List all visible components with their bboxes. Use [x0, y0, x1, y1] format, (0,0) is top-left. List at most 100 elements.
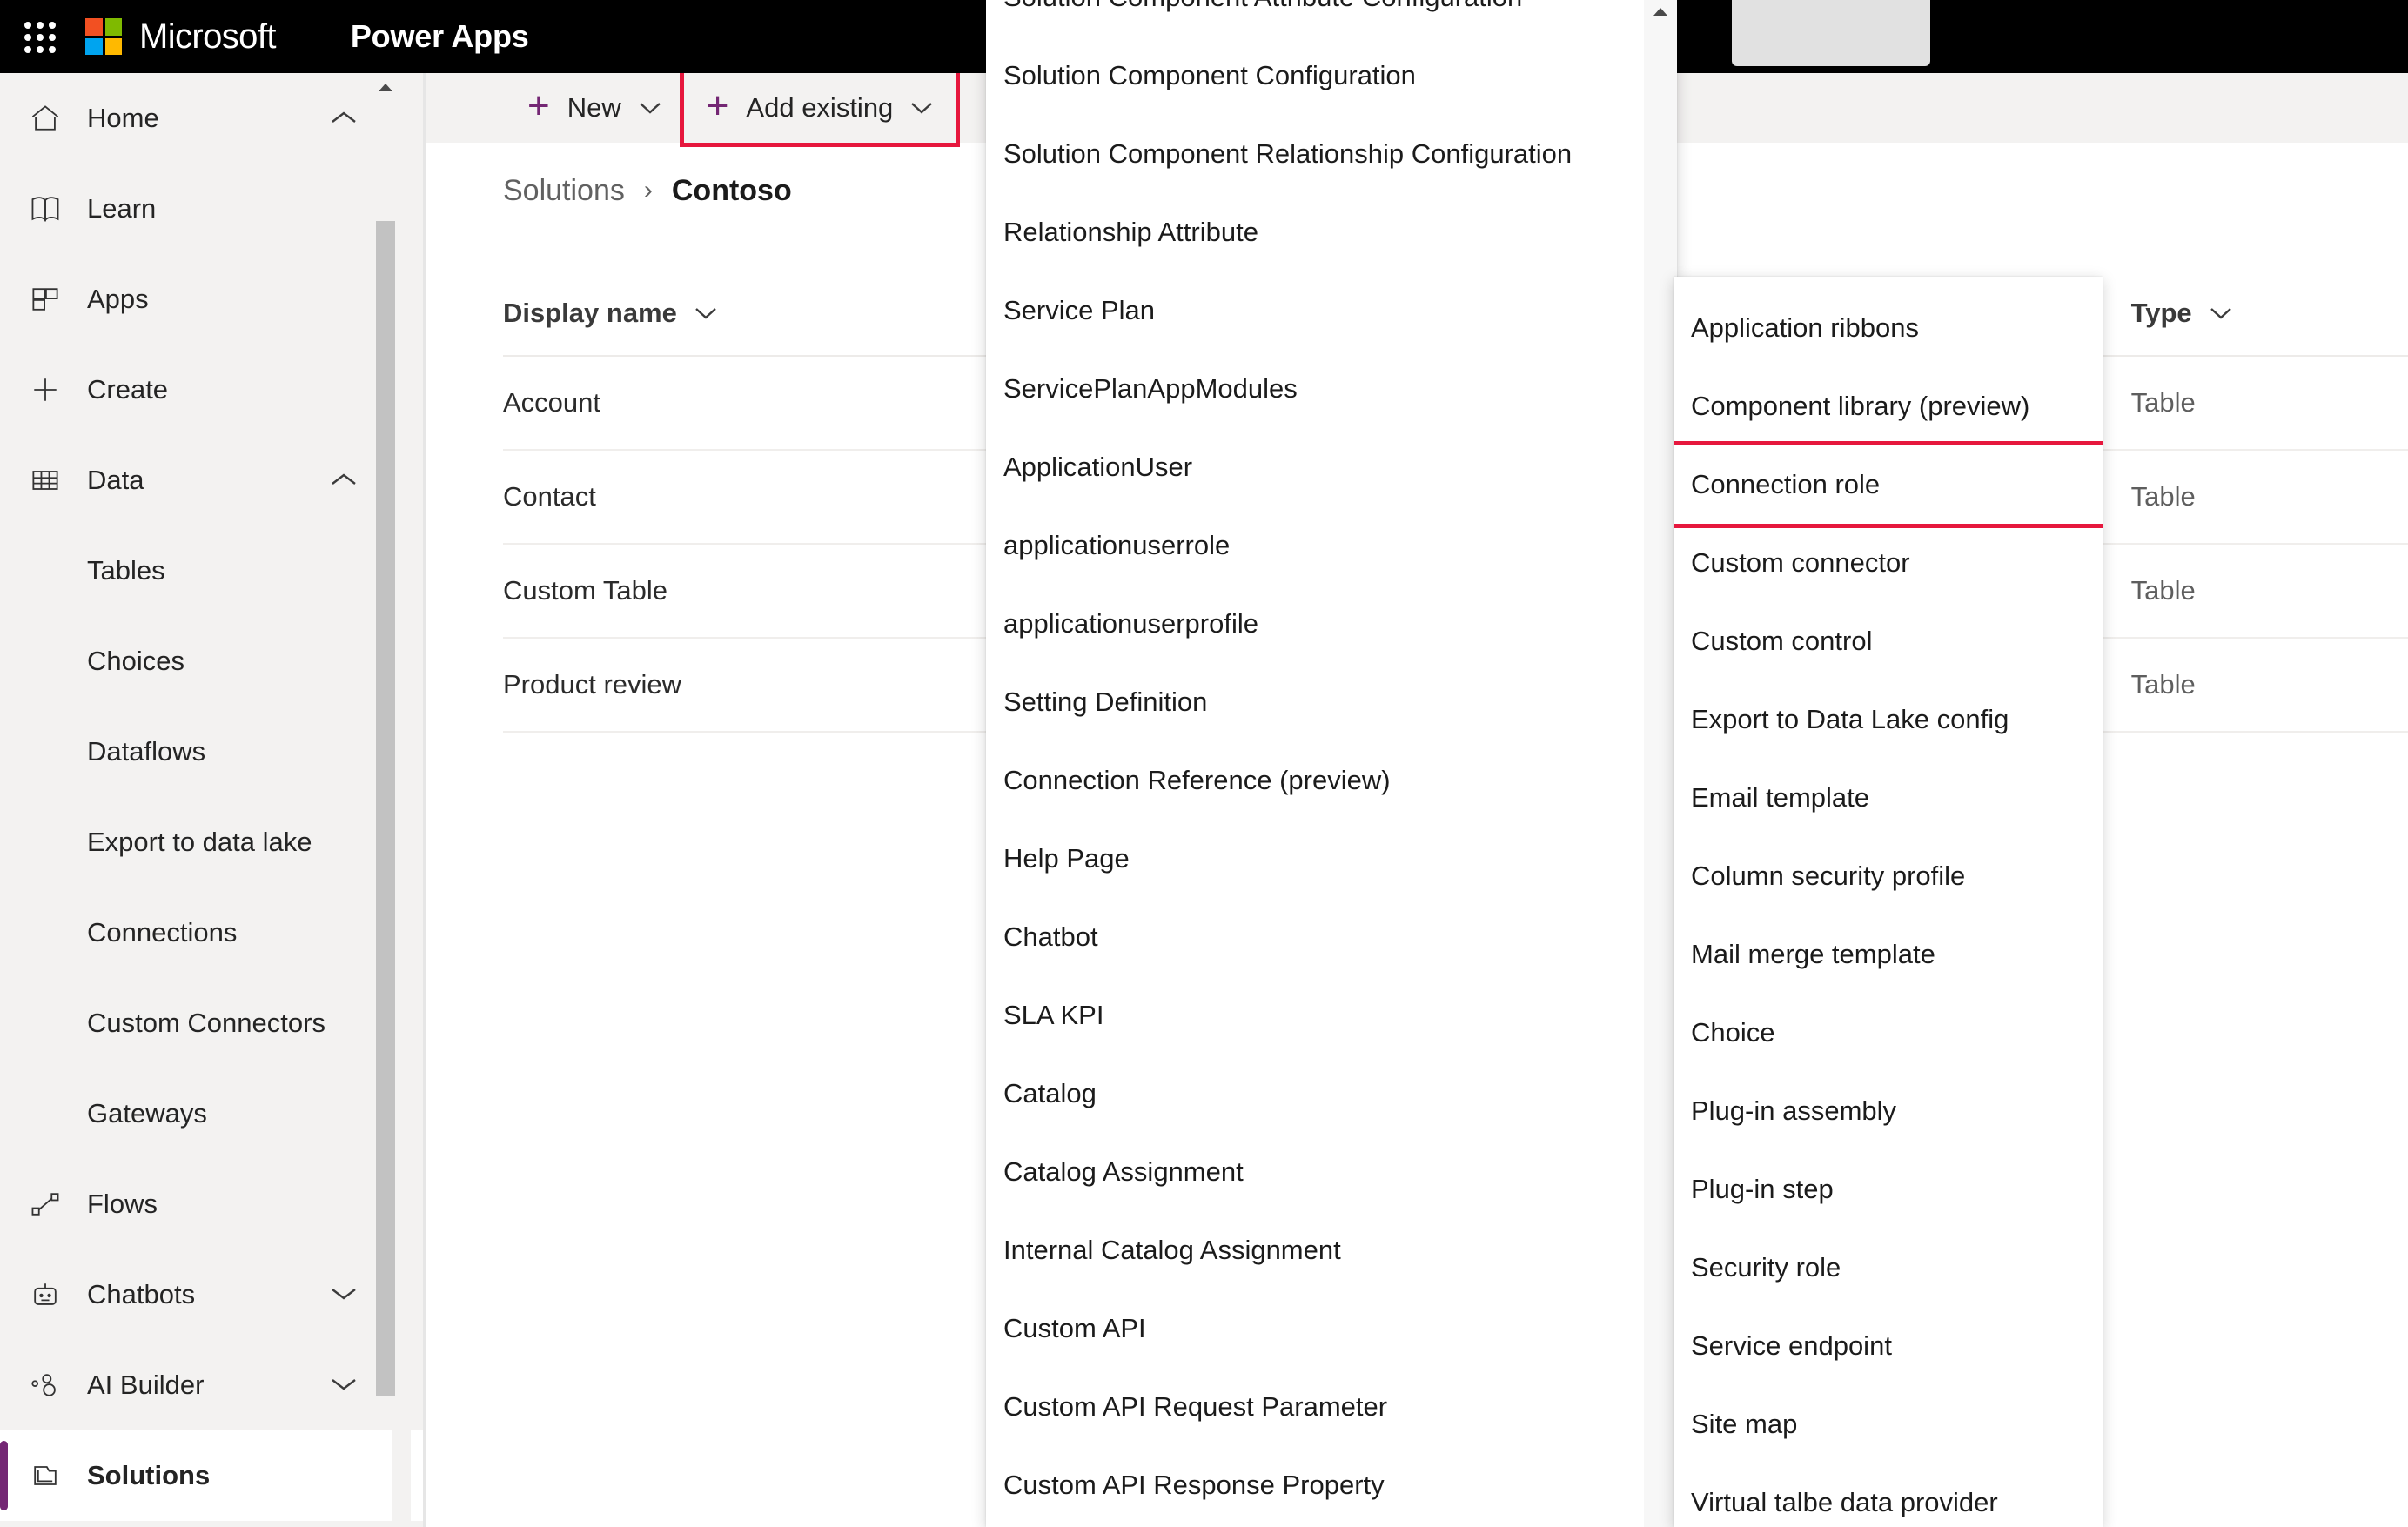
sidebar-scrollbar-track[interactable] — [376, 73, 411, 1527]
add-existing-button[interactable]: + Add existing — [679, 69, 961, 147]
microsoft-brand-text: Microsoft — [139, 17, 276, 56]
sidebar-item-label: Dataflows — [87, 736, 206, 767]
menu-item[interactable]: Custom API Request Parameter — [986, 1368, 1677, 1446]
menu-item[interactable]: applicationuserprofile — [986, 585, 1677, 663]
sidebar-item-label: Home — [87, 103, 159, 133]
submenu-item[interactable]: Application ribbons — [1674, 289, 2103, 367]
submenu-items-list: Application ribbons Component library (pr… — [1674, 289, 2103, 1527]
table-grid-icon — [26, 461, 64, 499]
menu-item[interactable]: Help Page — [986, 820, 1677, 898]
sidebar-item-gateways[interactable]: Gateways — [0, 1068, 426, 1159]
sidebar-item-label: Chatbots — [87, 1279, 196, 1309]
menu-item[interactable]: SLA KPI — [986, 976, 1677, 1055]
sidebar-item-label: Learn — [87, 193, 157, 224]
chevron-down-icon — [2210, 308, 2231, 319]
submenu-item[interactable]: Custom control — [1674, 602, 2103, 680]
submenu-item[interactable]: Security role — [1674, 1229, 2103, 1307]
menu-item[interactable]: Catalog — [986, 1055, 1677, 1133]
menu-item[interactable]: Custom API Response Property — [986, 1446, 1677, 1524]
sidebar-item-data[interactable]: Data — [0, 435, 426, 526]
submenu-item[interactable]: Site map — [1674, 1385, 2103, 1463]
dropdown-items-list: Solution Component Attribute Configurati… — [986, 0, 1677, 1524]
sidebar-item-learn[interactable]: Learn — [0, 164, 426, 254]
book-icon — [26, 190, 64, 228]
sidebar-item-tables[interactable]: Tables — [0, 526, 426, 616]
microsoft-logo-icon — [85, 18, 122, 55]
power-apps-window: Microsoft Power Apps Home Learn Apps Create… — [0, 0, 2408, 1527]
submenu-item[interactable]: Choice — [1674, 994, 2103, 1072]
dropdown-scrollbar[interactable] — [1644, 0, 1677, 1527]
sidebar-item-export-to-data-lake[interactable]: Export to data lake — [0, 797, 426, 887]
sidebar-item-choices[interactable]: Choices — [0, 616, 426, 707]
header-right-chip[interactable] — [1732, 0, 1930, 66]
submenu-item[interactable]: Connection role — [1674, 441, 2103, 528]
cell-type: Table — [2130, 387, 2196, 418]
menu-item[interactable]: Internal Catalog Assignment — [986, 1211, 1677, 1289]
cell-type: Table — [2130, 575, 2196, 606]
breadcrumb-parent[interactable]: Solutions — [503, 174, 625, 208]
chevron-up-icon[interactable] — [331, 111, 357, 126]
chevron-up-icon[interactable] — [331, 472, 357, 488]
sidebar-item-flows[interactable]: Flows — [0, 1159, 426, 1249]
sidebar-divider — [423, 73, 426, 1527]
chevron-down-icon[interactable] — [331, 1377, 357, 1393]
menu-item[interactable]: Chatbot — [986, 898, 1677, 976]
waffle-grid-icon[interactable] — [24, 22, 56, 53]
sidebar-item-ai-builder[interactable]: AI Builder — [0, 1340, 426, 1430]
scroll-up-arrow-icon[interactable] — [376, 78, 395, 97]
sidebar-item-label: AI Builder — [87, 1370, 205, 1400]
menu-item[interactable]: Custom API — [986, 1289, 1677, 1368]
sidebar-item-create[interactable]: Create — [0, 345, 426, 435]
submenu-item[interactable]: Export to Data Lake config — [1674, 680, 2103, 759]
cell-type: Table — [2130, 481, 2196, 512]
other-components-submenu: Application ribbons Component library (pr… — [1674, 277, 2103, 1527]
menu-item[interactable]: Catalog Assignment — [986, 1133, 1677, 1211]
submenu-item[interactable]: Mail merge template — [1674, 915, 2103, 994]
menu-item[interactable]: Solution Component Configuration — [986, 37, 1677, 115]
sidebar-item-home[interactable]: Home — [0, 73, 426, 164]
sidebar-item-label: Tables — [87, 555, 165, 586]
sidebar-item-label: Flows — [87, 1189, 158, 1219]
submenu-item[interactable]: Plug-in assembly — [1674, 1072, 2103, 1150]
add-existing-dropdown-menu: Solution Component Attribute Configurati… — [986, 0, 1677, 1527]
submenu-item[interactable]: Component library (preview) — [1674, 367, 2103, 445]
chevron-down-icon — [911, 103, 933, 114]
menu-item[interactable]: Relationship Attribute — [986, 193, 1677, 271]
sidebar-item-custom-connectors[interactable]: Custom Connectors — [0, 978, 426, 1068]
submenu-item[interactable]: Column security profile — [1674, 837, 2103, 915]
sidebar-item-label: Apps — [87, 284, 149, 314]
sidebar-item-chatbots[interactable]: Chatbots — [0, 1249, 426, 1340]
plus-icon: + — [527, 84, 550, 127]
menu-item[interactable]: Connection Reference (preview) — [986, 741, 1677, 820]
chevron-down-icon — [695, 308, 716, 319]
breadcrumb-current: Contoso — [671, 173, 792, 207]
sidebar-item-solutions[interactable]: Solutions — [0, 1430, 426, 1521]
menu-item[interactable]: Solution Component Attribute Configurati… — [986, 0, 1677, 37]
menu-item[interactable]: ServicePlanAppModules — [986, 350, 1677, 428]
chevron-down-icon[interactable] — [331, 1287, 357, 1303]
menu-item[interactable]: Service Plan — [986, 271, 1677, 350]
menu-item[interactable]: Setting Definition — [986, 663, 1677, 741]
scroll-up-arrow-icon[interactable] — [1651, 3, 1670, 21]
menu-item[interactable]: Solution Component Relationship Configur… — [986, 115, 1677, 193]
menu-item[interactable]: ApplicationUser — [986, 428, 1677, 506]
ai-builder-icon — [26, 1366, 64, 1404]
new-button[interactable]: + New — [505, 73, 684, 143]
sidebar-item-connections[interactable]: Connections — [0, 887, 426, 978]
submenu-item[interactable]: Email template — [1674, 759, 2103, 837]
flows-icon — [26, 1185, 64, 1223]
submenu-item[interactable]: Plug-in step — [1674, 1150, 2103, 1229]
sidebar-item-label: Data — [87, 465, 144, 495]
sidebar-item-dataflows[interactable]: Dataflows — [0, 707, 426, 797]
app-title[interactable]: Power Apps — [351, 18, 529, 55]
column-header-type[interactable]: Type — [2131, 298, 2408, 329]
chevron-down-icon — [639, 103, 661, 114]
submenu-item[interactable]: Virtual talbe data provider — [1674, 1463, 2103, 1527]
sidebar-item-apps[interactable]: Apps — [0, 254, 426, 345]
sidebar-scrollbar-thumb[interactable] — [376, 221, 395, 1396]
menu-item[interactable]: applicationuserrole — [986, 506, 1677, 585]
submenu-item[interactable]: Custom connector — [1674, 524, 2103, 602]
sidebar-item-label: Choices — [87, 646, 184, 676]
cell-type: Table — [2130, 669, 2196, 700]
submenu-item[interactable]: Service endpoint — [1674, 1307, 2103, 1385]
